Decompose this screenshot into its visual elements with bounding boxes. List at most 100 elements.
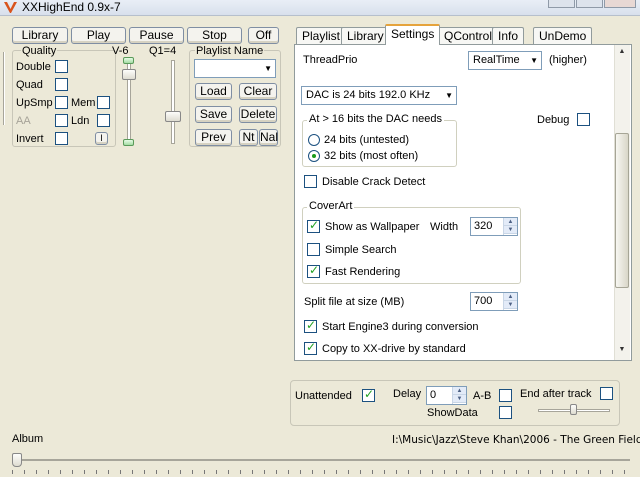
spin-down-icon[interactable]: ▼ — [453, 395, 466, 403]
ldn-label: Ldn — [71, 115, 90, 127]
simple-search-checkbox[interactable] — [307, 243, 320, 256]
delete-button[interactable]: Delete — [239, 106, 277, 123]
quality-slider-thumb[interactable] — [165, 111, 181, 122]
window-title: XXHighEnd 0.9x-7 — [22, 0, 121, 14]
spin-down-icon[interactable]: ▼ — [504, 226, 517, 234]
quality-title: Quality — [21, 45, 58, 57]
show-data-checkbox[interactable] — [499, 406, 512, 419]
double-checkbox[interactable] — [55, 60, 68, 73]
end-after-track-label: End after track — [520, 388, 592, 400]
end-after-track-slider-thumb[interactable] — [570, 404, 577, 415]
i-button[interactable]: I — [95, 132, 108, 145]
volume-slider-top-thumb[interactable] — [123, 57, 134, 64]
disable-crack-label: Disable Crack Detect — [322, 176, 426, 188]
upsmp-label: UpSmp — [16, 97, 53, 109]
tab-playlist[interactable]: Playlist — [296, 27, 347, 44]
fast-rendering-label: Fast Rendering — [325, 266, 401, 278]
file-path: I:\Music\Jazz\Steve Khan\2006 - The Gree… — [392, 434, 640, 446]
playlist-name-title: Playlist Name — [195, 45, 265, 57]
show-data-label: ShowData — [427, 407, 478, 419]
quad-checkbox[interactable] — [55, 78, 68, 91]
scroll-down-icon[interactable]: ▼ — [615, 343, 629, 357]
spin-up-icon[interactable]: ▲ — [453, 387, 466, 395]
show-wallpaper-label: Show as Wallpaper — [325, 221, 420, 233]
show-wallpaper-checkbox[interactable] — [307, 218, 320, 233]
tab-undemo[interactable]: UnDemo — [533, 27, 593, 44]
radio-24-label: 24 bits (untested) — [324, 134, 409, 146]
spin-down-icon[interactable]: ▼ — [504, 301, 517, 309]
prev-button[interactable]: Prev — [195, 129, 232, 146]
minimize-button[interactable] — [548, 0, 575, 8]
volume-slider-thumb[interactable] — [122, 69, 136, 80]
mem-checkbox[interactable] — [97, 96, 110, 109]
volume-slider-label: V-6 — [112, 45, 129, 57]
spin-up-icon[interactable]: ▲ — [504, 293, 517, 301]
width-spinner[interactable]: 320 ▲ ▼ — [470, 217, 518, 236]
delay-spinner[interactable]: 0 ▲ ▼ — [426, 386, 467, 405]
stop-button[interactable]: Stop — [187, 27, 242, 44]
maximize-button[interactable] — [576, 0, 603, 8]
disable-crack-checkbox[interactable] — [304, 175, 317, 188]
library-button[interactable]: Library — [12, 27, 68, 44]
quad-label: Quad — [16, 79, 43, 91]
left-edge-bar — [3, 52, 5, 125]
scrollbar-thumb[interactable] — [615, 133, 629, 288]
progress-track — [12, 459, 630, 461]
aa-label: AA — [16, 115, 31, 127]
scroll-up-icon[interactable]: ▲ — [615, 45, 629, 59]
debug-checkbox[interactable] — [577, 113, 590, 126]
play-button[interactable]: Play — [71, 27, 126, 44]
pause-button[interactable]: Pause — [129, 27, 184, 44]
quality-slider-track[interactable] — [171, 60, 175, 144]
ldn-checkbox[interactable] — [97, 114, 110, 127]
off-button[interactable]: Off — [248, 27, 279, 44]
unattended-label: Unattended — [295, 390, 352, 402]
invert-checkbox[interactable] — [55, 132, 68, 145]
progress-ticks — [12, 470, 630, 474]
thread-prio-value: RealTime — [473, 54, 520, 66]
dac-bits-title: At > 16 bits the DAC needs — [307, 113, 444, 125]
tab-info[interactable]: Info — [492, 27, 525, 44]
copy-xx-checkbox[interactable] — [304, 340, 317, 355]
save-button[interactable]: Save — [195, 106, 232, 123]
start-engine-checkbox[interactable] — [304, 318, 317, 333]
fast-rendering-checkbox[interactable] — [307, 263, 320, 278]
nt-button[interactable]: Nt — [239, 129, 258, 146]
debug-label: Debug — [537, 114, 570, 126]
tab-qcontrol[interactable]: QControl — [438, 27, 499, 44]
delay-label: Delay — [393, 388, 422, 400]
mem-label: Mem — [71, 97, 96, 109]
radio-24-bits[interactable] — [308, 134, 320, 146]
progress-thumb[interactable] — [12, 453, 22, 467]
upsmp-checkbox[interactable] — [55, 96, 68, 109]
dac-dropdown[interactable]: DAC is 24 bits 192.0 KHz ▼ — [301, 86, 457, 105]
spin-up-icon[interactable]: ▲ — [504, 218, 517, 226]
volume-slider-bottom-thumb[interactable] — [123, 139, 134, 146]
unattended-checkbox[interactable] — [362, 387, 375, 402]
playlist-name-dropdown[interactable]: ▼ — [194, 59, 276, 78]
close-button[interactable] — [604, 0, 636, 8]
end-after-track-checkbox[interactable] — [600, 387, 613, 400]
app-logo-icon — [4, 2, 17, 13]
coverart-title: CoverArt — [307, 200, 355, 212]
thread-prio-dropdown[interactable]: RealTime ▼ — [468, 51, 542, 70]
ab-label: A-B — [473, 390, 492, 402]
progress-slider[interactable] — [12, 453, 630, 467]
width-label: Width — [430, 221, 459, 233]
clear-button[interactable]: Clear — [239, 83, 277, 100]
tab-settings[interactable]: Settings — [385, 24, 441, 45]
chevron-down-icon: ▼ — [264, 64, 272, 73]
tab-library[interactable]: Library — [341, 27, 390, 44]
aa-checkbox[interactable] — [55, 114, 68, 127]
load-button[interactable]: Load — [195, 83, 232, 100]
chevron-down-icon: ▼ — [445, 91, 453, 100]
copy-xx-label: Copy to XX-drive by standard — [322, 343, 466, 355]
radio-32-bits[interactable] — [308, 150, 320, 162]
nal-button[interactable]: Nal — [259, 129, 278, 146]
split-file-spinner[interactable]: 700 ▲ ▼ — [470, 292, 518, 311]
chevron-down-icon: ▼ — [530, 56, 538, 65]
simple-search-label: Simple Search — [325, 244, 397, 256]
invert-label: Invert — [16, 133, 44, 145]
ab-checkbox[interactable] — [499, 389, 512, 402]
dac-value: DAC is 24 bits 192.0 KHz — [306, 89, 431, 101]
